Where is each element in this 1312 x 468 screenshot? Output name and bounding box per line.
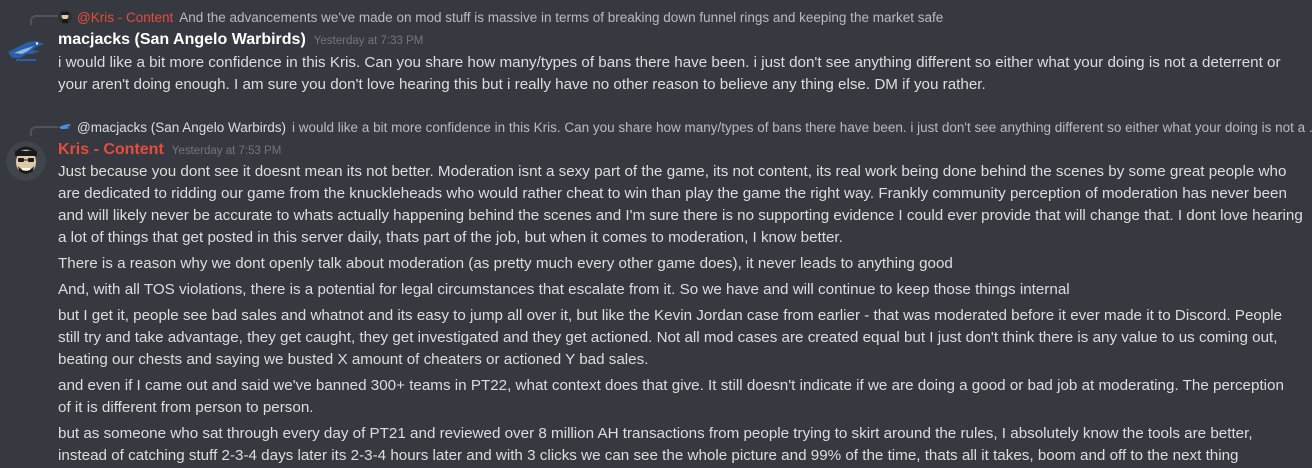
- message-line: There is a reason why we dont openly tal…: [58, 255, 953, 272]
- message-paragraph: Just because you dont see it doesnt mean…: [58, 161, 1303, 249]
- message-line: i would like a bit more confidence in th…: [58, 54, 1281, 71]
- message-line: are dedicated to ridding our game from t…: [58, 185, 1287, 202]
- reply-spine: [30, 15, 58, 25]
- reply-author[interactable]: @Kris - Content: [77, 10, 173, 25]
- timestamp[interactable]: Yesterday at 7:33 PM: [314, 35, 424, 47]
- message-line: and even if I came out and said we've ba…: [58, 377, 1284, 394]
- author-name[interactable]: Kris - Content: [58, 141, 164, 159]
- message-paragraph: but I get it, people see bad sales and w…: [58, 305, 1298, 371]
- message-header: Kris - Content Yesterday at 7:53 PM: [58, 141, 281, 159]
- message-line: of it is different from person to person…: [58, 399, 314, 416]
- message-line: a lot of things that get posted in this …: [58, 229, 843, 246]
- warbirds-logo-icon: [8, 41, 44, 61]
- message-line: Just because you dont see it doesnt mean…: [58, 163, 1287, 180]
- reply-spine: [30, 126, 58, 136]
- message-paragraph: And, with all TOS violations, there is a…: [58, 279, 1298, 301]
- reply-text[interactable]: And the advancements we've made on mod s…: [179, 10, 943, 25]
- message-line: And, with all TOS violations, there is a…: [58, 281, 1070, 298]
- message-paragraph: but as someone who sat through every day…: [58, 423, 1298, 467]
- reply-preview[interactable]: @macjacks (San Angelo Warbirds) i would …: [58, 118, 1312, 136]
- avatar[interactable]: [6, 141, 46, 181]
- reply-author[interactable]: @macjacks (San Angelo Warbirds): [77, 120, 286, 135]
- timestamp[interactable]: Yesterday at 7:53 PM: [172, 145, 282, 157]
- message-line: but as someone who sat through every day…: [58, 425, 1253, 442]
- message-paragraph: i would like a bit more confidence in th…: [58, 52, 1298, 96]
- message-line: and will likely never be accurate to wha…: [58, 207, 1303, 224]
- kris-mini-avatar: [58, 10, 72, 24]
- message-line: your aren't doing enough. I am sure you …: [58, 76, 986, 93]
- message-line: beating our chests and saying we busted …: [58, 351, 649, 368]
- warbirds-mini-avatar: [58, 120, 72, 134]
- reply-text[interactable]: i would like a bit more confidence in th…: [292, 120, 1312, 135]
- message-paragraph: and even if I came out and said we've ba…: [58, 375, 1298, 419]
- reply-preview[interactable]: @Kris - Content And the advancements we'…: [58, 8, 943, 26]
- message-paragraph: There is a reason why we dont openly tal…: [58, 253, 1298, 275]
- kris-avatar-icon: [6, 141, 46, 181]
- message-header: macjacks (San Angelo Warbirds) Yesterday…: [58, 31, 423, 49]
- message-line: but I get it, people see bad sales and w…: [58, 307, 1283, 324]
- message-line: instead of catching stuff 2-3-4 days lat…: [58, 447, 1239, 464]
- message-line: still try and take advantage, they get c…: [58, 329, 1278, 346]
- avatar[interactable]: [6, 32, 46, 72]
- author-name[interactable]: macjacks (San Angelo Warbirds): [58, 31, 306, 49]
